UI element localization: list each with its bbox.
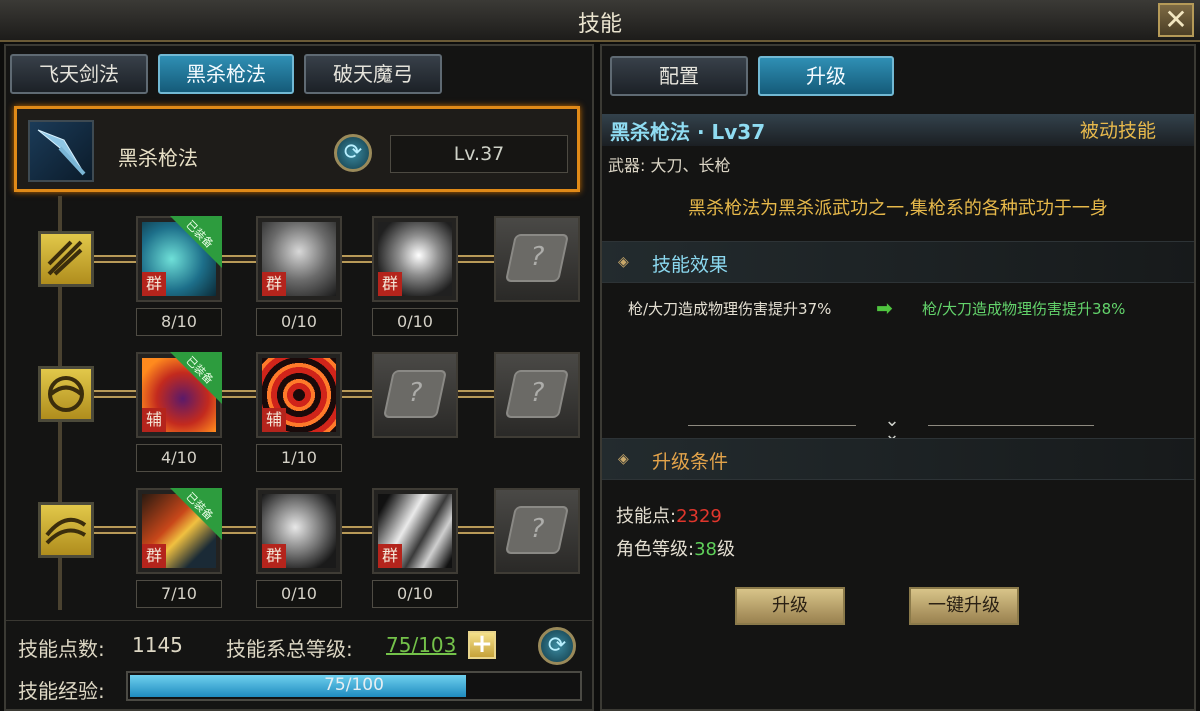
tab-heisha-spear[interactable]: 黑杀枪法 bbox=[158, 54, 294, 94]
skill-slot[interactable]: 群 bbox=[372, 488, 458, 574]
skill-type-label: 被动技能 bbox=[1080, 120, 1157, 142]
total-level-link[interactable]: 75/103 bbox=[386, 633, 456, 657]
tab-potian-bow[interactable]: 破天魔弓 bbox=[304, 54, 442, 94]
divider-line bbox=[928, 425, 1094, 426]
locked-skill-slot: ? bbox=[494, 488, 580, 574]
locked-book-icon: ? bbox=[504, 370, 570, 418]
condition-points: 技能点:2329 bbox=[616, 502, 722, 528]
upgrade-button[interactable]: 升级 bbox=[735, 587, 845, 625]
effect-before: 枪/大刀造成物理伤害提升37% bbox=[628, 300, 832, 318]
skill-name: 黑杀枪法 bbox=[118, 146, 198, 170]
skill-type-tag: 群 bbox=[378, 272, 402, 296]
skill-count: 4/10 bbox=[136, 444, 222, 472]
skill-level: Lv.37 bbox=[390, 135, 568, 173]
skill-description: 黑杀枪法为黑杀派武功之一,集枪系的各种武功于一身 bbox=[688, 198, 1108, 219]
condition-section-title: 升级条件 bbox=[652, 451, 729, 473]
category-attack-icon bbox=[38, 231, 94, 287]
diamond-icon: ◈ bbox=[618, 254, 629, 270]
skill-type-tag: 群 bbox=[262, 272, 286, 296]
skill-slot[interactable]: 群 bbox=[256, 216, 342, 302]
condition-level-value: 38 bbox=[694, 539, 717, 560]
diamond-icon: ◈ bbox=[618, 451, 629, 467]
skill-slot[interactable]: 已装备 群 bbox=[136, 488, 222, 574]
tab-config[interactable]: 配置 bbox=[610, 56, 748, 96]
condition-level: 角色等级:38级 bbox=[616, 535, 735, 561]
skill-points-label: 技能点数: bbox=[18, 637, 105, 661]
refresh-icon[interactable]: ⟳ bbox=[538, 627, 576, 665]
condition-level-label: 角色等级: bbox=[616, 539, 695, 560]
skill-count: 0/10 bbox=[256, 308, 342, 336]
skill-type-tag: 群 bbox=[142, 544, 166, 568]
locked-book-icon: ? bbox=[504, 506, 570, 554]
locked-skill-slot: ? bbox=[494, 216, 580, 302]
condition-points-value: 2329 bbox=[676, 506, 722, 527]
upgrade-all-button[interactable]: 一键升级 bbox=[909, 587, 1019, 625]
condition-level-suffix: 级 bbox=[716, 539, 735, 560]
locked-book-icon: ? bbox=[504, 234, 570, 282]
skill-exp-text: 75/100 bbox=[324, 675, 384, 695]
weapon-requirement: 武器: 大刀、长枪 bbox=[608, 156, 731, 175]
skill-slot[interactable]: 群 bbox=[372, 216, 458, 302]
divider-line bbox=[688, 425, 856, 426]
add-button[interactable]: + bbox=[468, 631, 496, 659]
skill-count: 8/10 bbox=[136, 308, 222, 336]
locked-book-icon: ? bbox=[382, 370, 448, 418]
effect-section-title: 技能效果 bbox=[652, 254, 729, 276]
arrow-right-icon: ➡ bbox=[876, 296, 893, 320]
detail-title: 黑杀枪法 · Lv37 bbox=[610, 120, 766, 144]
spear-icon bbox=[28, 120, 94, 182]
skill-count: 7/10 bbox=[136, 580, 222, 608]
locked-skill-slot: ? bbox=[372, 352, 458, 438]
skill-type-tag: 群 bbox=[262, 544, 286, 568]
window-title: 技能 bbox=[577, 12, 622, 37]
tab-feitian-sword[interactable]: 飞天剑法 bbox=[10, 54, 148, 94]
skill-points-value: 1145 bbox=[132, 633, 183, 657]
tab-upgrade[interactable]: 升级 bbox=[758, 56, 894, 96]
skill-slot[interactable]: 辅 bbox=[256, 352, 342, 438]
skill-slot[interactable]: 已装备 群 bbox=[136, 216, 222, 302]
skill-type-tag: 辅 bbox=[142, 408, 166, 432]
skill-type-tag: 群 bbox=[142, 272, 166, 296]
category-slash-icon bbox=[38, 502, 94, 558]
skill-slot[interactable]: 群 bbox=[256, 488, 342, 574]
footer-divider bbox=[6, 620, 592, 621]
total-level-label: 技能系总等级: bbox=[226, 637, 353, 661]
skill-exp-label: 技能经验: bbox=[18, 679, 105, 703]
close-button[interactable]: ✕ bbox=[1158, 3, 1194, 37]
skill-count: 0/10 bbox=[372, 308, 458, 336]
skill-count: 0/10 bbox=[372, 580, 458, 608]
category-support-icon bbox=[38, 366, 94, 422]
skill-type-tag: 辅 bbox=[262, 408, 286, 432]
chevron-down-icon[interactable]: ⌄ ⌄ bbox=[878, 412, 906, 444]
skill-count: 1/10 bbox=[256, 444, 342, 472]
locked-skill-slot: ? bbox=[494, 352, 580, 438]
refresh-icon[interactable]: ⟳ bbox=[334, 134, 372, 172]
skill-count: 0/10 bbox=[256, 580, 342, 608]
skill-type-tag: 群 bbox=[378, 544, 402, 568]
effect-after: 枪/大刀造成物理伤害提升38% bbox=[922, 300, 1126, 318]
skill-slot[interactable]: 已装备 辅 bbox=[136, 352, 222, 438]
condition-points-label: 技能点: bbox=[616, 506, 677, 527]
